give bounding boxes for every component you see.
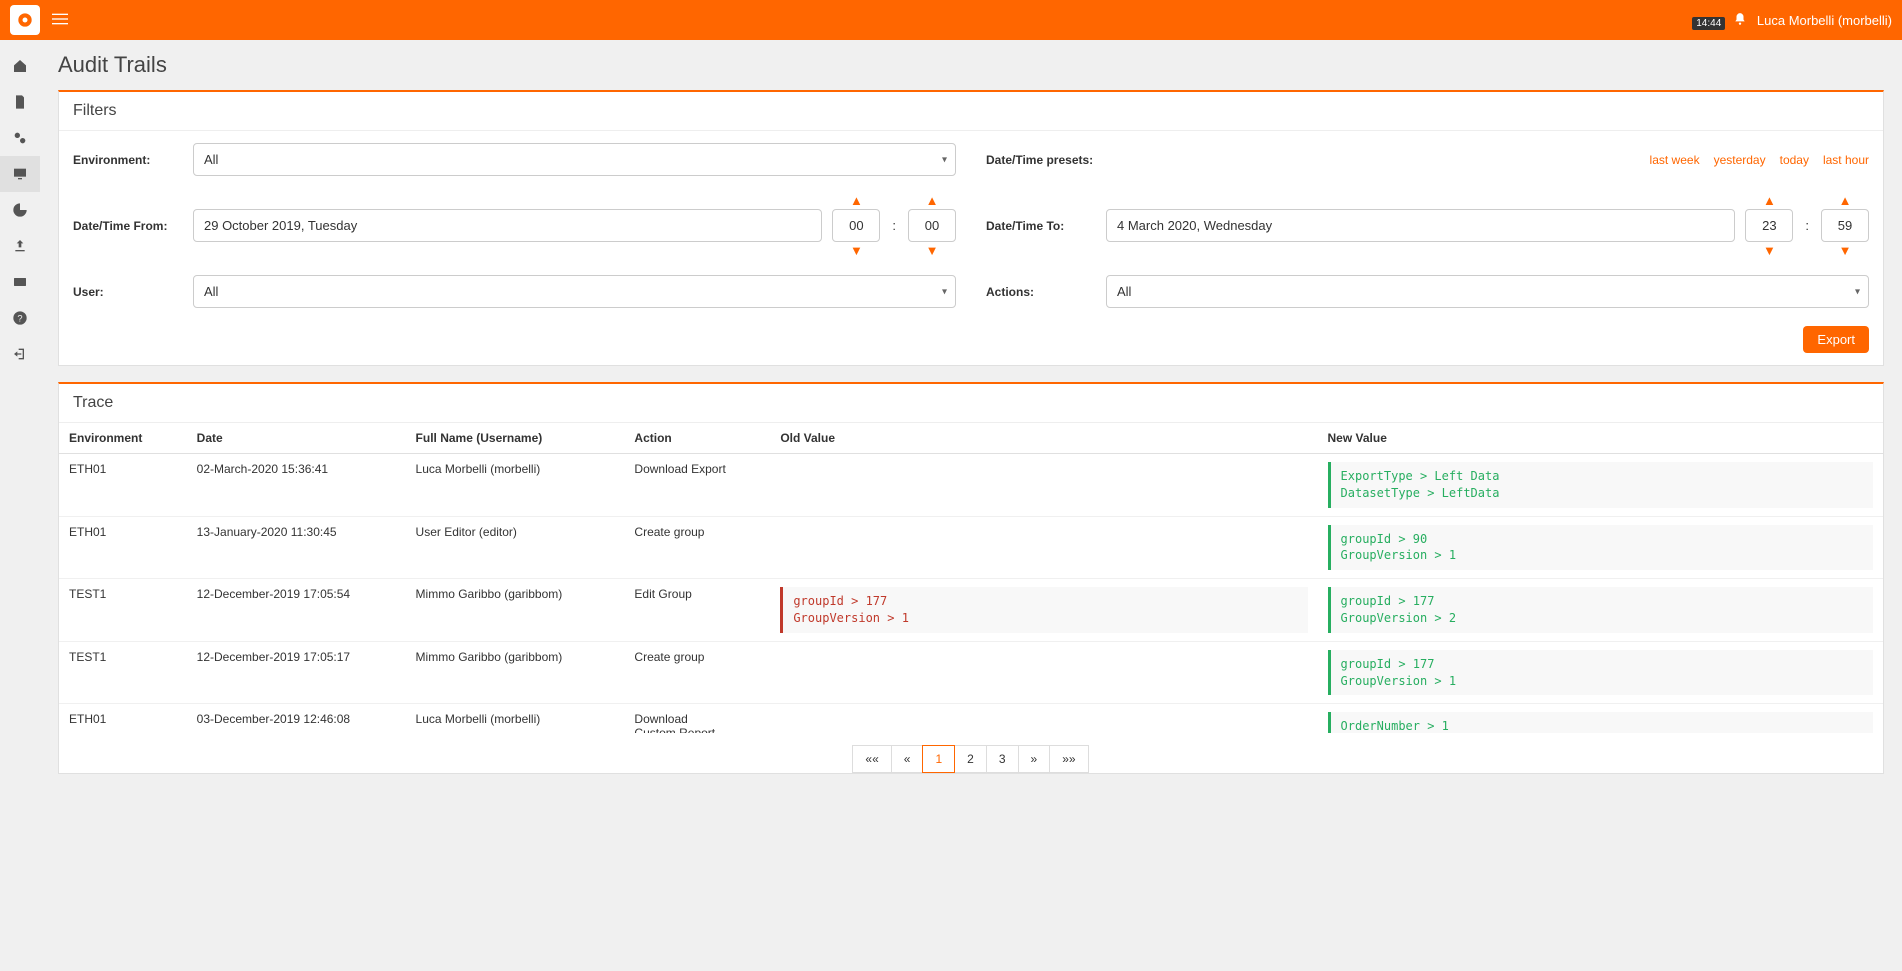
help-icon[interactable]: ? xyxy=(0,300,40,336)
page-1[interactable]: 1 xyxy=(922,745,955,773)
new-value-box: OrderNumber > 1 ColumnCode > DataCode Co… xyxy=(1328,712,1873,733)
environment-label: Environment: xyxy=(73,153,193,167)
new-value-box: groupId > 90 GroupVersion > 1 xyxy=(1328,525,1873,571)
new-value-box: groupId > 177 GroupVersion > 2 xyxy=(1328,587,1873,633)
table-row: ETH0102-March-2020 15:36:41Luca Morbelli… xyxy=(59,454,1883,517)
page-last[interactable]: »» xyxy=(1049,745,1088,773)
from-label: Date/Time From: xyxy=(73,219,193,233)
page-next[interactable]: » xyxy=(1018,745,1051,773)
col-new: New Value xyxy=(1318,423,1883,454)
table-row: TEST112-December-2019 17:05:17Mimmo Gari… xyxy=(59,641,1883,704)
to-min-down-icon[interactable]: ▼ xyxy=(1839,244,1852,257)
filters-header: Filters xyxy=(59,92,1883,131)
main-content: Audit Trails Filters Environment: All Da… xyxy=(40,40,1902,971)
menu-toggle-icon[interactable] xyxy=(52,11,68,30)
svg-text:?: ? xyxy=(17,313,22,323)
from-hour-input[interactable]: 00 xyxy=(832,209,880,242)
to-min-up-icon[interactable]: ▲ xyxy=(1839,194,1852,207)
gears-icon[interactable] xyxy=(0,120,40,156)
environment-select[interactable]: All xyxy=(193,143,956,176)
new-value-box: ExportType > Left Data DatasetType > Lef… xyxy=(1328,462,1873,508)
home-icon[interactable] xyxy=(0,48,40,84)
trace-panel: Trace Environment Date Full Name (Userna… xyxy=(58,382,1884,774)
to-min-input[interactable]: 59 xyxy=(1821,209,1869,242)
upload-icon[interactable] xyxy=(0,228,40,264)
actions-label: Actions: xyxy=(986,285,1106,299)
presets-label: Date/Time presets: xyxy=(986,153,1106,167)
to-hour-up-icon[interactable]: ▲ xyxy=(1763,194,1776,207)
export-button[interactable]: Export xyxy=(1803,326,1869,353)
actions-select[interactable]: All xyxy=(1106,275,1869,308)
to-label: Date/Time To: xyxy=(986,219,1106,233)
trace-scroll[interactable]: Environment Date Full Name (Username) Ac… xyxy=(59,423,1883,733)
new-value-box: groupId > 177 GroupVersion > 1 xyxy=(1328,650,1873,696)
trace-header: Trace xyxy=(59,384,1883,423)
table-row: ETH0103-December-2019 12:46:08Luca Morbe… xyxy=(59,704,1883,733)
from-date-input[interactable]: 29 October 2019, Tuesday xyxy=(193,209,822,242)
preset-last-hour[interactable]: last hour xyxy=(1823,153,1869,167)
preset-last-week[interactable]: last week xyxy=(1650,153,1700,167)
from-hour-up-icon[interactable]: ▲ xyxy=(850,194,863,207)
col-env: Environment xyxy=(59,423,187,454)
chart-icon[interactable] xyxy=(0,192,40,228)
trace-table: Environment Date Full Name (Username) Ac… xyxy=(59,423,1883,733)
sidebar: ? xyxy=(0,40,40,971)
logout-icon[interactable] xyxy=(0,336,40,372)
to-hour-down-icon[interactable]: ▼ xyxy=(1763,244,1776,257)
from-min-input[interactable]: 00 xyxy=(908,209,956,242)
user-label: User: xyxy=(73,285,193,299)
time-badge: 14:44 xyxy=(1692,17,1725,30)
notification-bell[interactable]: 14:44 xyxy=(1692,12,1747,29)
user-select[interactable]: All xyxy=(193,275,956,308)
col-date: Date xyxy=(187,423,406,454)
page-2[interactable]: 2 xyxy=(954,745,987,773)
app-logo[interactable] xyxy=(10,5,40,35)
col-action: Action xyxy=(624,423,770,454)
page-prev[interactable]: « xyxy=(891,745,924,773)
page-title: Audit Trails xyxy=(58,52,1884,78)
current-user-label[interactable]: Luca Morbelli (morbelli) xyxy=(1757,13,1892,28)
old-value-box: groupId > 177 GroupVersion > 1 xyxy=(780,587,1307,633)
page-first[interactable]: «« xyxy=(852,745,891,773)
filters-panel: Filters Environment: All Date/Time prese… xyxy=(58,90,1884,366)
preset-yesterday[interactable]: yesterday xyxy=(1714,153,1766,167)
pagination: «« « 1 2 3 » »» xyxy=(59,745,1883,773)
from-hour-down-icon[interactable]: ▼ xyxy=(850,244,863,257)
topbar: 14:44 Luca Morbelli (morbelli) xyxy=(0,0,1902,40)
from-min-down-icon[interactable]: ▼ xyxy=(926,244,939,257)
table-row: ETH0113-January-2020 11:30:45User Editor… xyxy=(59,516,1883,579)
preset-today[interactable]: today xyxy=(1780,153,1809,167)
col-user: Full Name (Username) xyxy=(406,423,625,454)
from-min-up-icon[interactable]: ▲ xyxy=(926,194,939,207)
table-row: TEST112-December-2019 17:05:54Mimmo Gari… xyxy=(59,579,1883,642)
page-3[interactable]: 3 xyxy=(986,745,1019,773)
card-icon[interactable] xyxy=(0,264,40,300)
monitor-icon[interactable] xyxy=(0,156,40,192)
document-icon[interactable] xyxy=(0,84,40,120)
to-date-input[interactable]: 4 March 2020, Wednesday xyxy=(1106,209,1735,242)
to-hour-input[interactable]: 23 xyxy=(1745,209,1793,242)
col-old: Old Value xyxy=(770,423,1317,454)
